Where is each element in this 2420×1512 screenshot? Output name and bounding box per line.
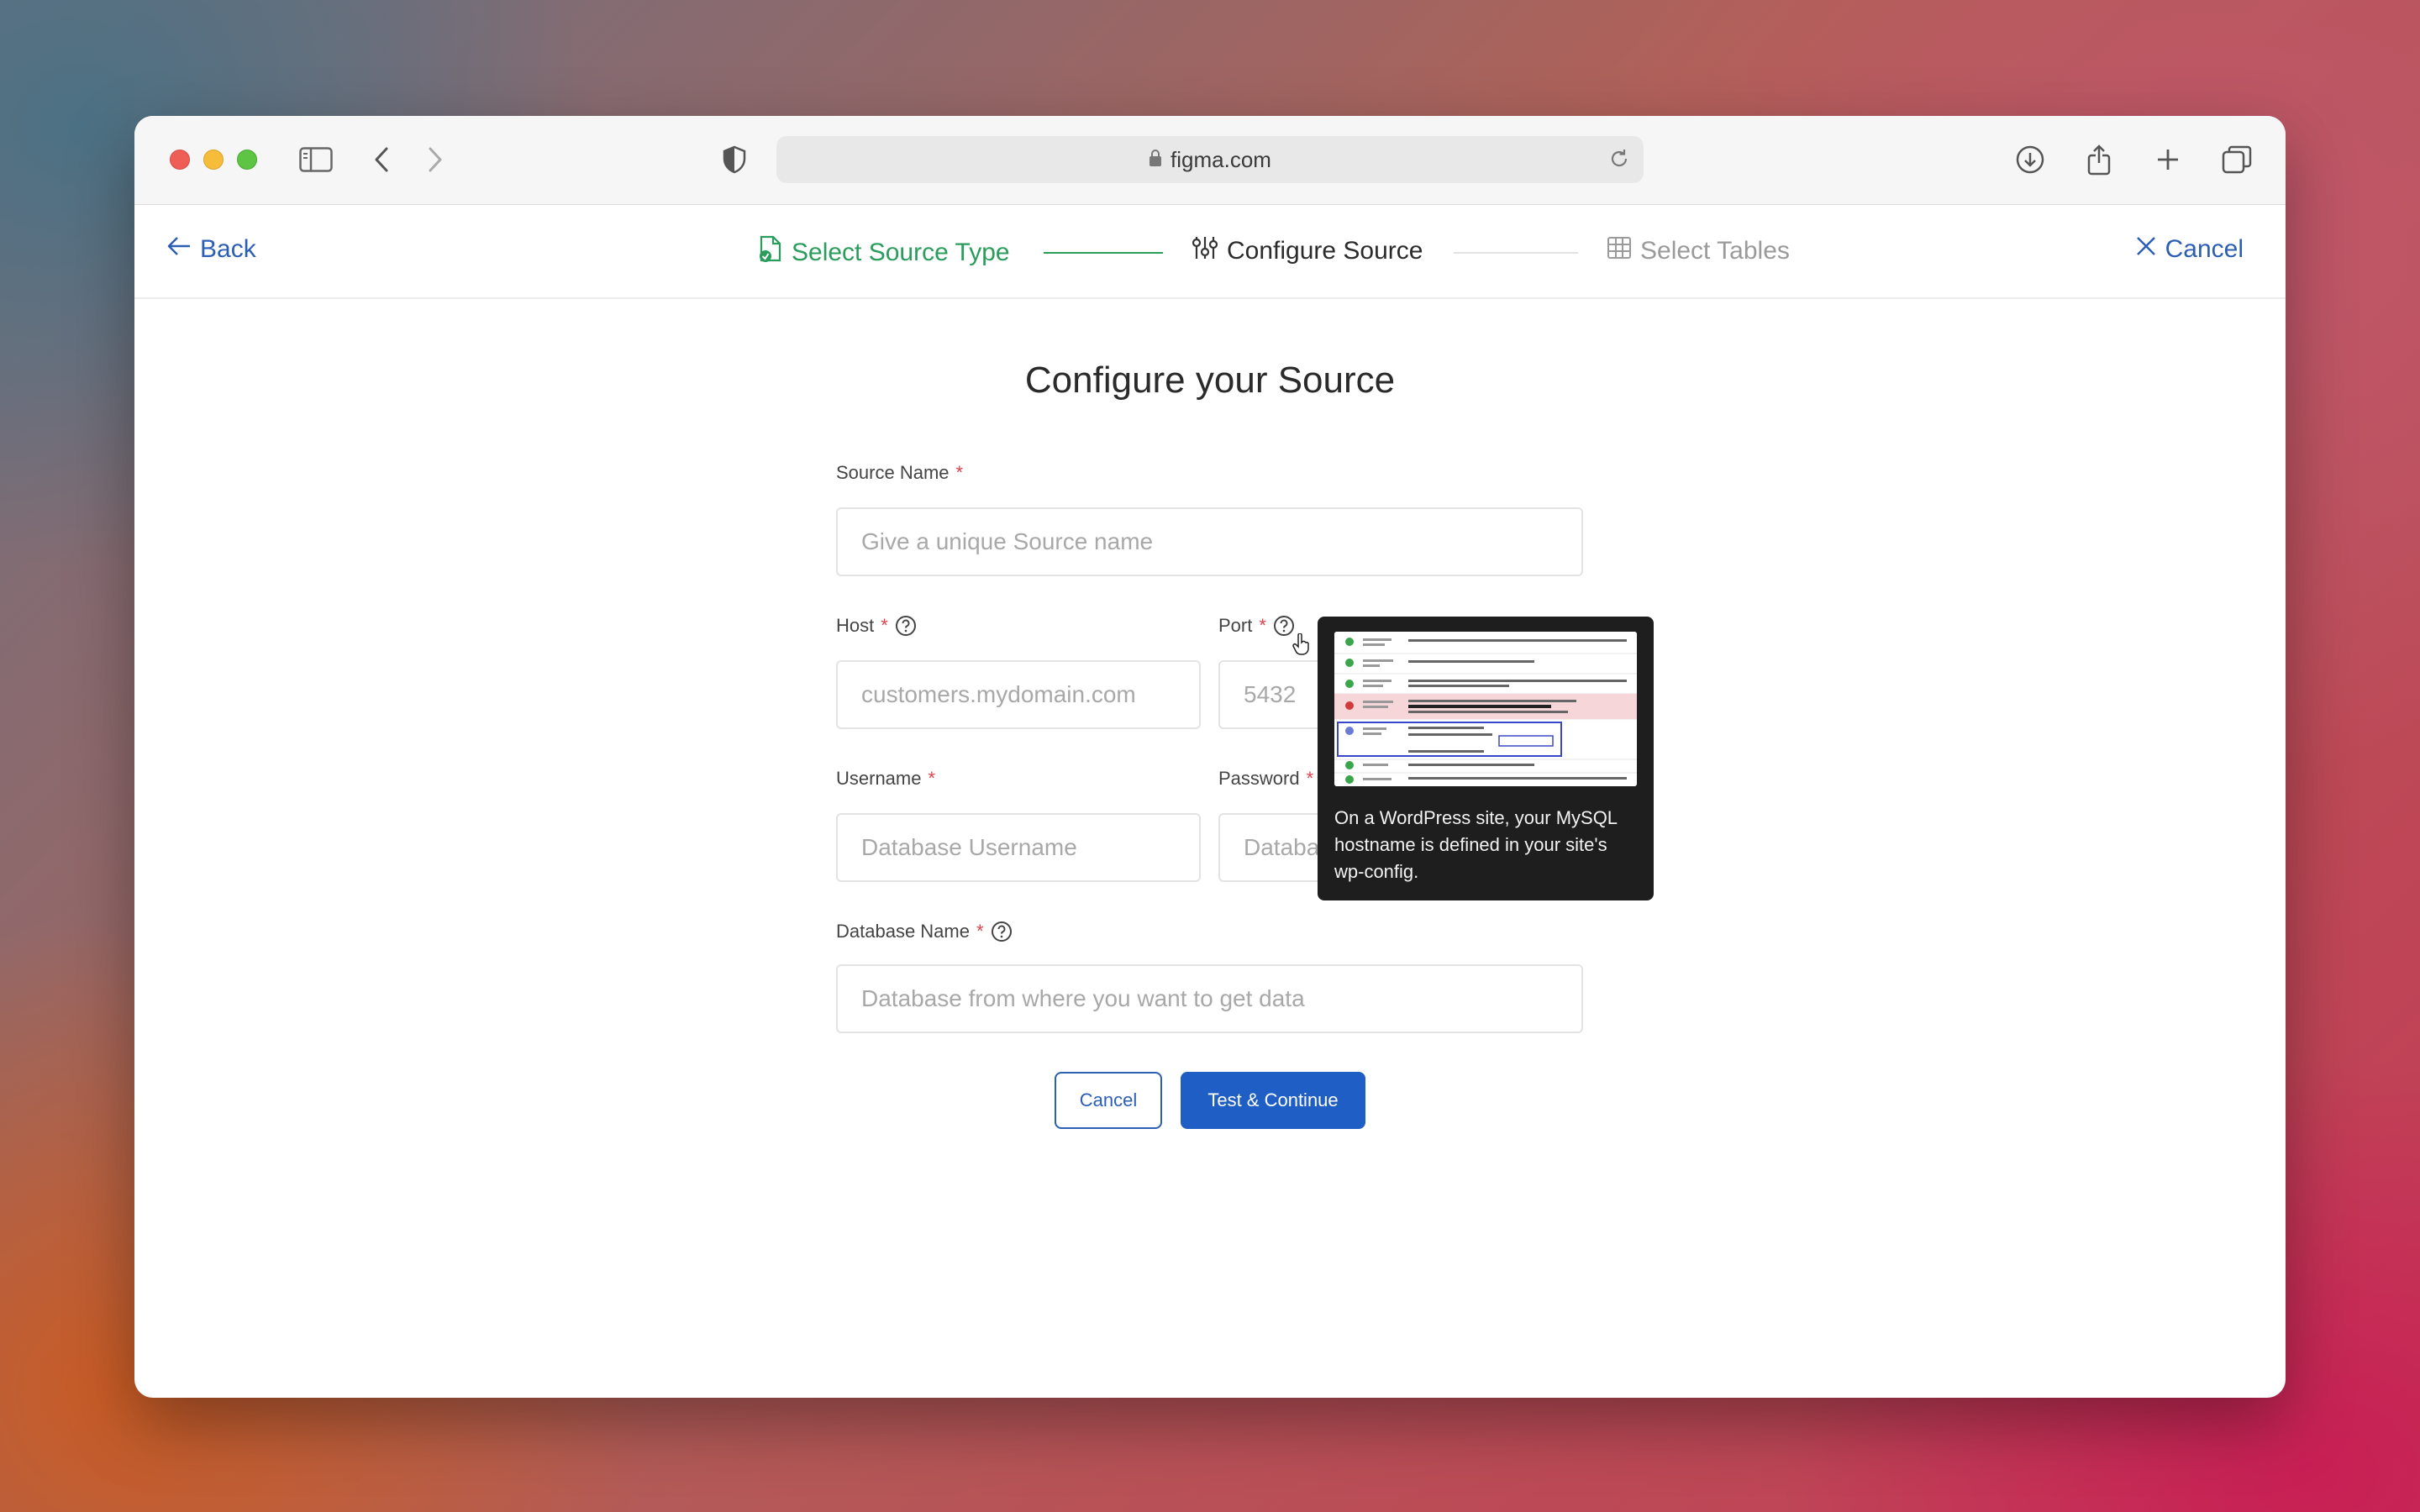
back-link[interactable]: Back: [166, 235, 256, 264]
help-circle-icon[interactable]: [895, 615, 917, 637]
tooltip-text: On a WordPress site, your MySQL hostname…: [1334, 807, 1618, 882]
back-arrow-icon[interactable]: [363, 141, 400, 178]
url-text: figma.com: [1171, 146, 1271, 172]
page-title: Configure your Source: [1024, 360, 1396, 401]
label-text: Username: [836, 768, 922, 789]
label-text: Host: [836, 615, 875, 636]
browser-window: figma.com Back Select Source Type Config…: [134, 116, 2286, 1398]
test-and-continue-button[interactable]: Test & Continue: [1181, 1072, 1365, 1129]
required-mark: *: [1259, 615, 1266, 636]
arrow-left-icon: [166, 235, 192, 264]
database-name-label: Database Name *: [836, 921, 1013, 942]
back-link-label: Back: [200, 235, 256, 263]
required-mark: *: [976, 921, 984, 942]
document-check-icon: [758, 235, 783, 270]
database-name-input[interactable]: [836, 964, 1583, 1033]
step-select-source-type[interactable]: Select Source Type: [758, 235, 1010, 270]
sidebar-toggle-icon[interactable]: [297, 141, 334, 178]
minimize-window-button[interactable]: [203, 150, 224, 170]
sliders-icon: [1192, 235, 1218, 267]
label-text: Password: [1218, 768, 1300, 789]
lock-icon: [1149, 147, 1162, 173]
reload-icon[interactable]: [1608, 148, 1630, 176]
host-input[interactable]: [836, 660, 1201, 729]
required-mark: *: [955, 462, 964, 483]
zoom-window-button[interactable]: [237, 150, 257, 170]
pointer-hand-cursor-icon: [1292, 633, 1311, 659]
share-icon[interactable]: [2081, 141, 2118, 178]
wizard-stepper: Back Select Source Type Configure Source…: [134, 205, 2286, 299]
password-label: Password *: [1218, 768, 1313, 790]
new-tab-icon[interactable]: [2149, 141, 2186, 178]
label-text: Source Name: [836, 462, 950, 483]
step-configure-source[interactable]: Configure Source: [1192, 235, 1423, 267]
cancel-wizard-link[interactable]: Cancel: [2135, 235, 2244, 264]
port-label: Port *: [1218, 615, 1295, 637]
address-bar[interactable]: figma.com: [776, 136, 1644, 183]
step-label: Select Source Type: [792, 239, 1010, 266]
privacy-shield-icon[interactable]: [716, 141, 753, 178]
close-window-button[interactable]: [170, 150, 190, 170]
label-text: Port: [1218, 615, 1253, 636]
close-icon: [2135, 235, 2157, 264]
username-label: Username *: [836, 768, 935, 790]
step-select-tables[interactable]: Select Tables: [1607, 235, 1790, 267]
step-label: Select Tables: [1640, 237, 1790, 265]
step-connector-pending: [1454, 252, 1578, 254]
step-label: Configure Source: [1227, 237, 1423, 265]
download-icon[interactable]: [2012, 141, 2049, 178]
cancel-link-label: Cancel: [2165, 235, 2244, 263]
username-input[interactable]: [836, 813, 1201, 882]
label-text: Database Name: [836, 921, 970, 942]
source-name-label: Source Name *: [836, 462, 963, 484]
help-circle-icon[interactable]: [991, 921, 1013, 942]
cancel-button[interactable]: Cancel: [1055, 1072, 1162, 1129]
required-mark: *: [881, 615, 888, 636]
required-mark: *: [928, 768, 936, 789]
host-label: Host *: [836, 615, 917, 637]
source-name-input[interactable]: [836, 507, 1583, 576]
browser-toolbar: figma.com: [134, 116, 2286, 205]
step-connector-complete: [1044, 252, 1163, 254]
forward-arrow-icon[interactable]: [417, 141, 454, 178]
tooltip-screenshot-image: [1334, 632, 1637, 786]
tab-overview-icon[interactable]: [2218, 141, 2255, 178]
window-controls: [170, 150, 257, 170]
required-mark: *: [1306, 768, 1314, 789]
help-tooltip: On a WordPress site, your MySQL hostname…: [1318, 617, 1654, 900]
table-grid-icon: [1607, 235, 1632, 267]
